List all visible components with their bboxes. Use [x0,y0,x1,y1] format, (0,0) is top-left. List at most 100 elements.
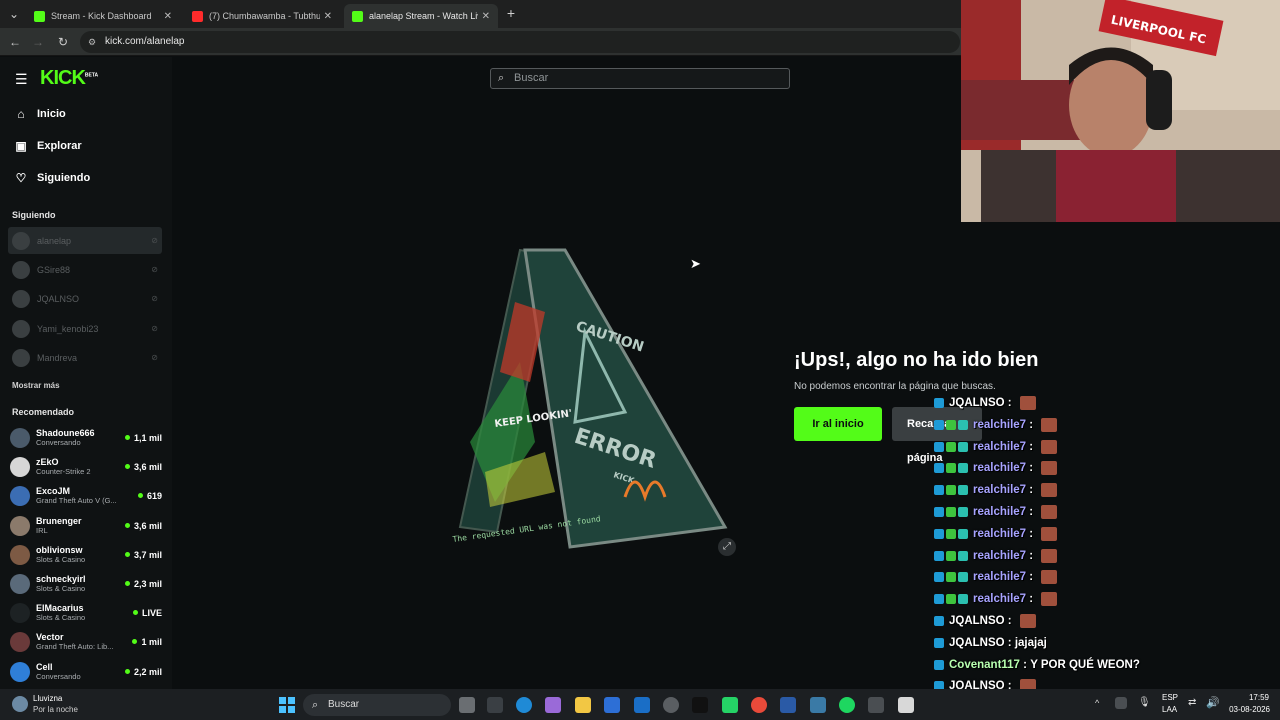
spotify-icon[interactable] [839,697,855,713]
document-icon[interactable] [898,697,914,713]
following-item-alanelap[interactable]: alanelap ⊘ [8,227,162,254]
verified-badge-icon [934,659,944,670]
close-tab-icon[interactable]: ✕ [482,11,490,22]
weather-subtitle: Por la noche [33,705,78,714]
chat-username[interactable]: realchile7 [973,441,1026,453]
show-more-link[interactable]: Mostrar más [12,381,60,390]
offline-icon: ⊘ [151,324,158,333]
url-field[interactable]: ⚙ kick.com/alanelap [80,31,960,53]
kick-logo[interactable]: KICKBETA [40,67,98,90]
tab-alanelap-stream[interactable]: alanelap Stream - Watch Live o ✕ [344,4,498,28]
keyboard-language[interactable]: ESP [1162,693,1178,702]
reload-icon[interactable]: ↻ [55,34,71,50]
nav-inicio[interactable]: ⌂ Inicio [14,104,65,124]
gift-badge-icon [958,507,968,517]
search-input[interactable]: ⌕ Buscar [490,68,790,89]
chat-username[interactable]: JQALNSO [949,637,1005,649]
recommended-item[interactable]: oblivionsw Slots & Casino 3,7 mil [10,540,162,569]
chat-username[interactable]: realchile7 [973,528,1026,540]
recommended-item[interactable]: Brunenger IRL 3,6 mil [10,511,162,540]
obs-icon[interactable] [663,697,679,713]
copilot-icon[interactable] [545,697,561,713]
microphone-icon[interactable]: 🎙 [1138,697,1151,708]
widgets-icon[interactable] [487,697,503,713]
forward-icon[interactable]: → [30,34,46,50]
close-tab-icon[interactable]: ✕ [164,11,172,22]
tiktok-icon[interactable] [692,697,708,713]
chrome-icon[interactable] [751,697,767,713]
photos-icon[interactable] [810,697,826,713]
recommended-item[interactable]: Cell Conversando 2,2 mil [10,657,162,686]
error-subtitle: No podemos encontrar la página que busca… [794,381,996,392]
close-tab-icon[interactable]: ✕ [324,11,332,22]
recommended-item[interactable]: Shadoune666 Conversando 1,1 mil [10,423,162,452]
volume-icon[interactable]: 🔊 [1206,696,1220,709]
site-info-icon[interactable]: ⚙ [88,31,96,53]
chat-username[interactable]: JQALNSO [949,397,1005,409]
channel-name: Mandreva [37,352,78,363]
chat-separator: : [1026,440,1037,453]
whatsapp-icon[interactable] [722,697,738,713]
network-icon[interactable]: ⇄ [1188,697,1196,708]
gift-badge-icon [958,419,968,430]
avatar [10,573,30,594]
nav-label: Explorar [37,140,82,152]
subscriber-badge-icon [946,485,956,496]
recommended-item[interactable]: schneckyirl Slots & Casino 2,3 mil [10,569,162,598]
gift-badge-icon [958,572,968,583]
recommended-item[interactable]: ExcoJM Grand Theft Auto V (G... 619 [10,481,162,510]
chat-username[interactable]: realchile7 [973,506,1026,518]
clock-time[interactable]: 17:59 [1233,693,1269,702]
channel-category: Slots & Casino [36,613,86,622]
webcam-feed-image: LIVERPOOL FC [961,0,1280,222]
verified-badge-icon [934,507,944,517]
following-item-gsire88[interactable]: GSire88 ⊘ [8,256,162,283]
following-item-yami[interactable]: Yami_kenobi23 ⊘ [8,315,162,342]
youtube-favicon-icon [192,10,203,22]
expand-3d-icon[interactable]: ⤢ [718,538,736,556]
file-explorer-icon[interactable] [575,697,591,713]
following-item-jqalnso[interactable]: JQALNSO ⊘ [8,285,162,312]
outlook-icon[interactable] [634,697,650,713]
tab-kick-dashboard[interactable]: Stream - Kick Dashboard ✕ [26,4,180,28]
clock-date: 03-08-2026 [1229,705,1270,714]
recommended-item[interactable]: zEkO Counter-Strike 2 3,6 mil [10,452,162,481]
edge-icon[interactable] [516,697,532,713]
offline-icon: ⊘ [151,236,158,245]
chat-username[interactable]: JQALNSO [949,615,1005,627]
go-home-button[interactable]: Ir al inicio [794,407,882,441]
avatar [10,602,30,623]
app-icon[interactable] [780,697,796,713]
recommended-item[interactable]: ElMacarius Slots & Casino LIVE [10,598,162,627]
tab-title: (7) Chumbawamba - Tubthump [209,11,320,21]
new-tab-icon[interactable]: + [503,5,519,21]
chat-username[interactable]: realchile7 [973,550,1026,562]
chat-username[interactable]: realchile7 [973,593,1026,605]
nav-explorar[interactable]: ▣ Explorar [14,136,82,156]
tray-app-icon[interactable] [1115,697,1127,709]
taskbar-search[interactable]: ⌕ Buscar [303,694,451,716]
store-icon[interactable] [604,697,620,713]
chat-username[interactable]: realchile7 [973,484,1026,496]
chat-message: realchile7 : [934,589,1058,609]
back-icon[interactable]: ← [7,34,23,50]
tab-list-icon[interactable]: ⌄ [6,6,22,22]
chat-username[interactable]: realchile7 [973,571,1026,583]
following-item-mandreva[interactable]: Mandreva ⊘ [8,344,162,371]
windows-start-icon[interactable] [279,697,295,713]
kick-favicon-icon [352,10,363,22]
menu-icon[interactable]: ☰ [15,71,28,88]
recommended-item[interactable]: Vector Grand Theft Auto: Lib... 1 mil [10,627,162,656]
show-hidden-icons-icon[interactable]: ^ [1095,698,1099,708]
viewer-count: 3,6 mil [133,461,162,472]
chat-username[interactable]: Covenant117 [949,659,1020,671]
avatar [12,231,30,250]
task-view-icon[interactable] [459,697,475,713]
chat-username[interactable]: realchile7 [973,462,1026,474]
chat-username[interactable]: realchile7 [973,419,1026,431]
app-icon[interactable] [868,697,884,713]
offline-icon: ⊘ [151,265,158,274]
weather-icon[interactable] [12,696,28,712]
tab-youtube[interactable]: (7) Chumbawamba - Tubthump ✕ [184,4,340,28]
nav-siguiendo[interactable]: ♡ Siguiendo [14,168,91,188]
